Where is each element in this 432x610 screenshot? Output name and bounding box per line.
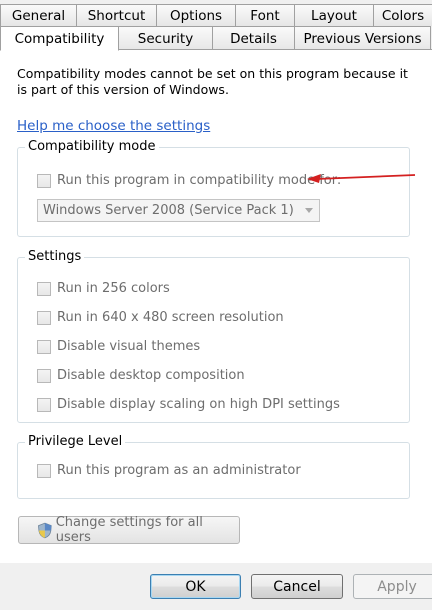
setting-label: Run in 640 x 480 screen resolution [57,310,284,325]
setting-label: Run in 256 colors [57,281,170,296]
setting-checkbox[interactable] [37,368,51,383]
setting-row[interactable]: Run in 256 colors [37,281,170,296]
setting-checkbox[interactable] [37,281,51,296]
compatibility-mode-group: Compatibility mode Run this program in c… [17,139,410,237]
change-settings-label: Change settings for all users [55,515,203,545]
privilege-level-legend: Privilege Level [25,434,126,449]
uac-shield-icon [38,522,52,538]
tab-security[interactable]: Security [118,26,213,50]
setting-checkbox[interactable] [37,339,51,354]
apply-button[interactable]: Apply [353,574,432,599]
setting-label: Disable desktop composition [57,368,245,383]
setting-checkbox[interactable] [37,310,51,325]
setting-row[interactable]: Disable desktop composition [37,368,245,383]
setting-label: Disable visual themes [57,339,201,354]
privilege-level-group: Privilege Level Run this program as an a… [17,434,410,499]
help-link[interactable]: Help me choose the settings [17,118,210,134]
tab-row-top: General Shortcut Options Font Layout Col… [0,4,432,26]
compatibility-notice: Compatibility modes cannot be set on thi… [17,66,408,97]
cancel-button[interactable]: Cancel [251,574,343,599]
tab-colors[interactable]: Colors [373,4,432,26]
compat-os-value: Windows Server 2008 (Service Pack 1) [43,203,294,218]
setting-checkbox[interactable] [37,397,51,412]
tab-row-bottom: Compatibility Security Details Previous … [0,26,431,51]
tab-shortcut[interactable]: Shortcut [76,4,157,26]
compat-mode-label: Run this program in compatibility mode f… [57,173,342,188]
compatibility-mode-legend: Compatibility mode [25,139,159,154]
setting-label: Disable display scaling on high DPI sett… [57,397,340,412]
red-annotation-arrow [307,174,416,183]
settings-legend: Settings [25,249,85,264]
chevron-down-icon [305,208,313,213]
tab-previous-versions[interactable]: Previous Versions [294,26,431,50]
compat-mode-checkbox[interactable] [37,173,51,188]
run-as-admin-checkbox[interactable] [37,463,51,478]
ok-button[interactable]: OK [150,574,241,599]
tab-general[interactable]: General [0,4,77,26]
compatibility-panel: Compatibility modes cannot be set on thi… [0,49,432,563]
settings-group: Settings Run in 256 colors Run in 640 x … [17,249,410,423]
tab-layout[interactable]: Layout [294,4,374,26]
tab-details[interactable]: Details [212,26,295,50]
tab-options[interactable]: Options [156,4,236,26]
tab-compatibility[interactable]: Compatibility [0,26,119,51]
setting-row[interactable]: Disable display scaling on high DPI sett… [37,397,340,412]
compat-mode-row[interactable]: Run this program in compatibility mode f… [37,173,341,188]
change-settings-all-users-button[interactable]: Change settings for all users [18,515,240,545]
run-as-admin-row[interactable]: Run this program as an administrator [37,463,301,478]
setting-row[interactable]: Run in 640 x 480 screen resolution [37,310,284,325]
setting-row[interactable]: Disable visual themes [37,339,200,354]
tab-font[interactable]: Font [235,4,295,26]
compat-os-dropdown[interactable]: Windows Server 2008 (Service Pack 1) [37,199,320,222]
run-as-admin-label: Run this program as an administrator [57,463,301,478]
